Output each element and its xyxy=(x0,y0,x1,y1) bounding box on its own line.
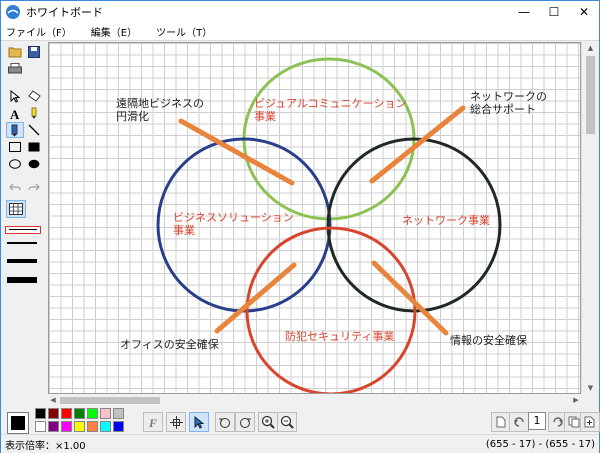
coordinate-status: (655 - 17) - (655 - 17) xyxy=(485,438,595,450)
line-width-thick[interactable] xyxy=(7,259,37,263)
label-line: ビジネスソリューション xyxy=(173,211,294,224)
color-swatch[interactable] xyxy=(74,408,85,419)
status-bar: 表示倍率：×1.00 (655 - 17) - (655 - 17) xyxy=(1,434,599,453)
label-network-business: ネットワーク事業 xyxy=(402,214,490,227)
color-swatch[interactable] xyxy=(100,408,111,419)
color-swatch[interactable] xyxy=(74,421,85,432)
label-line: 円滑化 xyxy=(116,110,149,123)
vertical-scrollbar[interactable]: ▲ ▼ xyxy=(581,42,598,394)
label-visual-communication: ビジュアルコミュニケーション 事業 xyxy=(254,97,406,123)
svg-text:F: F xyxy=(148,416,157,428)
zoom-in-icon[interactable] xyxy=(258,412,278,432)
open-folder-icon[interactable] xyxy=(6,44,24,60)
menu-tools[interactable]: ツール（T） xyxy=(151,24,218,39)
minimize-button[interactable]: — xyxy=(509,1,539,23)
page-number-input[interactable]: 1 xyxy=(528,412,546,430)
select-arrow-icon[interactable] xyxy=(6,88,24,104)
zoom-out-icon[interactable] xyxy=(277,412,297,432)
maximize-button[interactable]: ☐ xyxy=(539,1,569,23)
color-swatch[interactable] xyxy=(48,421,59,432)
close-button[interactable]: ✕ xyxy=(569,1,599,23)
scroll-down-icon[interactable]: ▼ xyxy=(582,384,599,392)
circle-visual-communication xyxy=(242,57,416,221)
ellipse-outline-icon[interactable] xyxy=(6,156,24,172)
whiteboard-canvas[interactable]: ビジュアルコミュニケーション 事業 ビジネスソリューション 事業 ネットワーク事… xyxy=(48,42,581,394)
label-info-safety: 情報の安全確保 xyxy=(450,334,527,347)
color-swatch[interactable] xyxy=(48,408,59,419)
bottom-toolbar: F 1 xyxy=(1,406,600,434)
line-width-thin[interactable] xyxy=(5,226,41,234)
rotate-left-icon[interactable] xyxy=(215,412,235,432)
pointer-icon[interactable] xyxy=(189,412,209,432)
scroll-right-icon[interactable]: ▶ xyxy=(571,396,581,404)
color-swatch[interactable] xyxy=(35,421,46,432)
vertical-scroll-thumb[interactable] xyxy=(586,56,595,134)
horizontal-scrollbar[interactable]: ◀ ▶ xyxy=(48,394,581,406)
line-tool-icon[interactable] xyxy=(25,122,43,138)
pen-tool-icon[interactable] xyxy=(6,122,24,138)
first-page-icon[interactable] xyxy=(491,412,511,432)
current-color-swatch[interactable] xyxy=(7,412,29,434)
crosshair-icon[interactable] xyxy=(166,412,186,432)
label-line: 遠隔地ビジネスの xyxy=(116,97,204,110)
redo-icon[interactable] xyxy=(25,179,43,195)
label-business-solution: ビジネスソリューション 事業 xyxy=(173,211,294,237)
grid-toggle-icon[interactable] xyxy=(6,200,26,218)
label-line: ネットワーク事業 xyxy=(402,214,490,227)
color-swatch[interactable] xyxy=(61,421,72,432)
eraser-icon[interactable] xyxy=(25,88,43,104)
menu-edit[interactable]: 編集（E） xyxy=(86,24,143,39)
label-security-business: 防犯セキュリティ事業 xyxy=(285,330,394,343)
font-icon[interactable]: F xyxy=(143,412,163,432)
line-width-heavy[interactable] xyxy=(7,277,37,283)
previous-page-icon[interactable] xyxy=(509,412,529,432)
text-tool-icon[interactable]: A xyxy=(6,105,24,121)
app-window: ホワイトボード — ☐ ✕ ファイル（F） 編集（E） ツール（T） A ビジュ… xyxy=(0,0,600,453)
rotate-right-icon[interactable] xyxy=(235,412,255,432)
label-line: 防犯セキュリティ事業 xyxy=(285,330,395,343)
color-swatch[interactable] xyxy=(61,408,72,419)
print-icon[interactable] xyxy=(6,61,24,77)
label-network-support: ネットワークの 総合サポート xyxy=(470,90,547,116)
color-swatch[interactable] xyxy=(100,421,111,432)
add-page-icon[interactable] xyxy=(580,412,600,432)
scroll-left-icon[interactable]: ◀ xyxy=(48,396,58,404)
save-icon[interactable] xyxy=(25,44,43,60)
highlighter-icon[interactable] xyxy=(25,105,43,121)
left-toolbar: A xyxy=(1,41,47,408)
label-remote-business: 遠隔地ビジネスの 円滑化 xyxy=(116,97,204,123)
label-line: 情報の安全確保 xyxy=(450,334,527,347)
horizontal-scroll-thumb[interactable] xyxy=(60,397,160,404)
label-line: オフィスの安全確保 xyxy=(120,338,219,351)
color-swatch[interactable] xyxy=(35,408,46,419)
label-office-safety: オフィスの安全確保 xyxy=(120,338,219,351)
rectangle-filled-icon[interactable] xyxy=(25,139,43,155)
menu-bar: ファイル（F） 編集（E） ツール（T） xyxy=(1,23,599,41)
app-logo-icon xyxy=(6,5,20,19)
scroll-up-icon[interactable]: ▲ xyxy=(582,44,599,52)
color-swatch[interactable] xyxy=(87,421,98,432)
color-swatch[interactable] xyxy=(113,421,124,432)
line-width-medium[interactable] xyxy=(7,242,37,244)
current-color-fill xyxy=(11,416,25,430)
label-line: 総合サポート xyxy=(470,103,536,116)
rectangle-outline-icon[interactable] xyxy=(6,139,24,155)
label-line: 事業 xyxy=(173,224,195,237)
label-line: ネットワークの xyxy=(470,90,547,103)
circle-security-business xyxy=(245,226,417,393)
connector-info-safety xyxy=(371,260,449,336)
window-title: ホワイトボード xyxy=(26,6,103,19)
color-swatch[interactable] xyxy=(113,408,124,419)
zoom-status: 表示倍率：×1.00 xyxy=(5,440,86,452)
title-bar: ホワイトボード — ☐ ✕ xyxy=(1,1,599,23)
menu-file[interactable]: ファイル（F） xyxy=(1,24,78,39)
svg-text:A: A xyxy=(10,107,20,120)
label-line: 事業 xyxy=(254,110,276,123)
ellipse-filled-icon[interactable] xyxy=(25,156,43,172)
undo-icon[interactable] xyxy=(6,179,24,195)
label-line: ビジュアルコミュニケーション xyxy=(254,97,407,110)
color-swatch[interactable] xyxy=(87,408,98,419)
